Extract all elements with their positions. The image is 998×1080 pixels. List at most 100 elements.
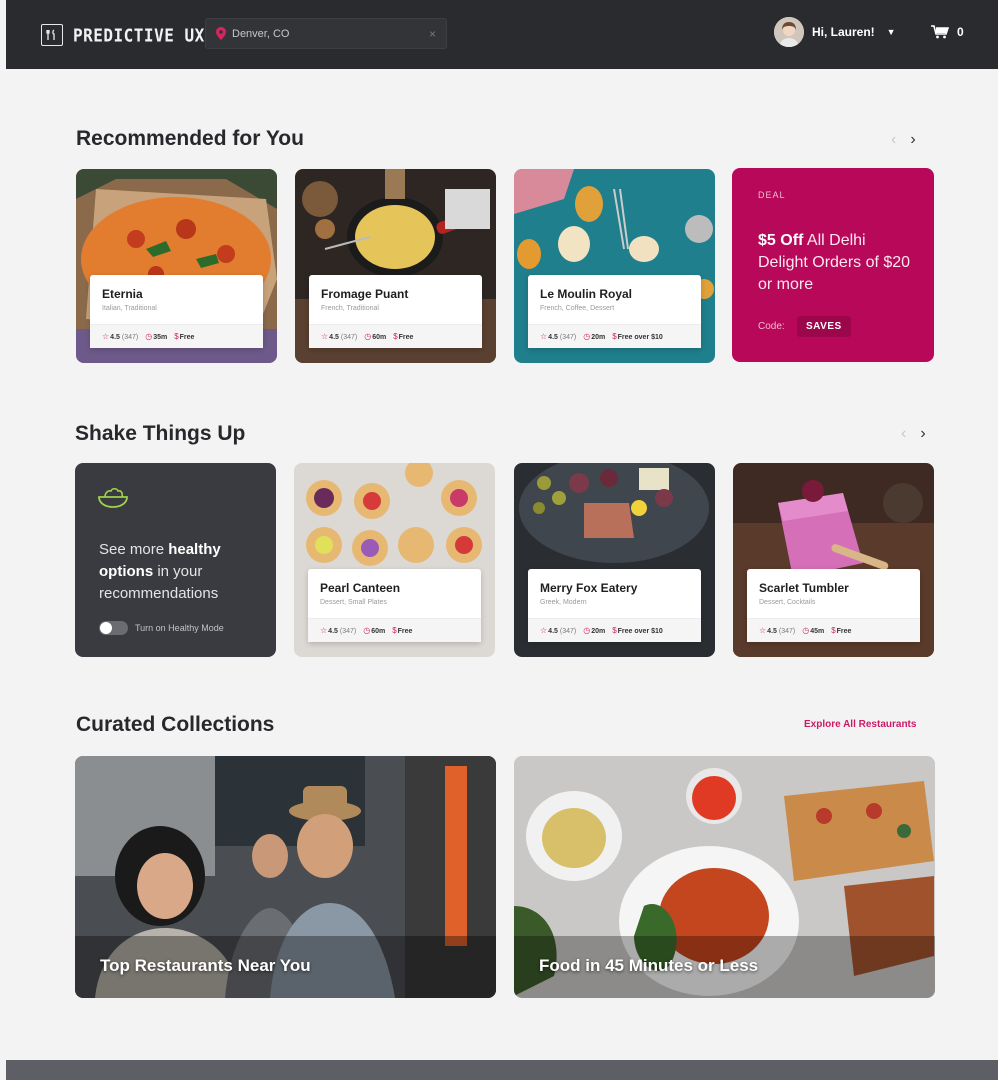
- restaurant-cuisine: Dessert, Cocktails: [759, 599, 816, 606]
- toggle-switch[interactable]: [99, 621, 128, 635]
- restaurant-name: Fromage Puant: [321, 287, 409, 301]
- star-icon: ☆: [320, 626, 328, 635]
- delivery-fee: $Free over $10: [612, 626, 663, 635]
- clock-icon: ◷: [583, 332, 591, 341]
- restaurant-card-eternia[interactable]: Eternia Italian, Traditional ☆4.5 (347) …: [76, 169, 277, 363]
- clock-icon: ◷: [363, 626, 371, 635]
- star-icon: ☆: [321, 332, 329, 341]
- deal-text: $5 Off All Delhi Delight Orders of $20 o…: [758, 232, 911, 293]
- section-title-curated: Curated Collections: [76, 713, 275, 736]
- restaurant-card-le-moulin-royal[interactable]: Le Moulin Royal French, Coffee, Dessert …: [514, 169, 715, 363]
- location-search[interactable]: ×: [205, 18, 447, 49]
- delivery-time: ◷60m: [364, 332, 387, 341]
- chevron-right-icon[interactable]: ›: [920, 425, 925, 443]
- cart-button[interactable]: 0: [931, 25, 964, 39]
- restaurant-meta: ☆4.5 (347) ◷20m $Free over $10: [528, 324, 701, 348]
- dollar-icon: $: [174, 332, 179, 341]
- logo[interactable]: PREDICTIVE UX: [41, 24, 205, 46]
- delivery-fee: $Free over $10: [612, 332, 663, 341]
- restaurant-info-panel: Le Moulin Royal French, Coffee, Dessert …: [528, 275, 701, 348]
- restaurant-card-fromage-puant[interactable]: Fromage Puant French, Traditional ☆4.5 (…: [295, 169, 496, 363]
- restaurant-cuisine: French, Coffee, Dessert: [540, 305, 615, 312]
- delivery-fee: $Free: [174, 332, 195, 341]
- carousel-arrows-recommended: ‹ ›: [891, 131, 916, 149]
- restaurant-name: Scarlet Tumbler: [759, 581, 849, 595]
- restaurant-meta: ☆4.5 (347) ◷60m $Free: [308, 618, 481, 642]
- collection-top-restaurants[interactable]: Top Restaurants Near You: [75, 756, 496, 998]
- dollar-icon: $: [392, 626, 397, 635]
- healthy-mode-toggle[interactable]: Turn on Healthy Mode: [99, 621, 224, 635]
- star-icon: ☆: [540, 332, 548, 341]
- restaurant-cuisine: French, Traditional: [321, 305, 379, 312]
- restaurant-name: Eternia: [102, 287, 143, 301]
- chevron-right-icon[interactable]: ›: [910, 131, 915, 149]
- restaurant-meta: ☆4.5 (347) ◷60m $Free: [309, 324, 482, 348]
- collection-title: Top Restaurants Near You: [100, 956, 311, 975]
- delivery-time: ◷45m: [802, 626, 825, 635]
- restaurant-meta: ☆4.5 (347) ◷35m $Free: [90, 324, 263, 348]
- salad-bowl-icon: [98, 487, 128, 508]
- explore-all-link[interactable]: Explore All Restaurants: [804, 719, 916, 730]
- delivery-fee: $Free: [393, 332, 414, 341]
- healthy-text: See more healthy options in your recomme…: [99, 541, 221, 602]
- dollar-icon: $: [393, 332, 398, 341]
- rating: ☆4.5 (347): [540, 626, 577, 635]
- dollar-icon: $: [612, 332, 617, 341]
- star-icon: ☆: [540, 626, 548, 635]
- star-icon: ☆: [102, 332, 110, 341]
- rating: ☆4.5 (347): [759, 626, 796, 635]
- restaurant-cuisine: Dessert, Small Plates: [320, 599, 387, 606]
- rating: ☆4.5 (347): [321, 332, 358, 341]
- restaurant-info-panel: Scarlet Tumbler Dessert, Cocktails ☆4.5 …: [747, 569, 920, 642]
- healthy-mode-card: See more healthy options in your recomme…: [75, 463, 276, 657]
- top-navigation-bar: PREDICTIVE UX × Hi, Lauren! ▼ 0: [6, 0, 998, 69]
- chevron-left-icon[interactable]: ‹: [891, 131, 896, 149]
- restaurant-info-panel: Fromage Puant French, Traditional ☆4.5 (…: [309, 275, 482, 348]
- cart-count: 0: [957, 25, 964, 39]
- restaurant-name: Le Moulin Royal: [540, 287, 633, 301]
- delivery-fee: $Free: [392, 626, 413, 635]
- restaurant-info-panel: Eternia Italian, Traditional ☆4.5 (347) …: [90, 275, 263, 348]
- clock-icon: ◷: [802, 626, 810, 635]
- rating: ☆4.5 (347): [102, 332, 139, 341]
- deal-label: DEAL: [758, 190, 786, 200]
- clear-icon[interactable]: ×: [429, 27, 436, 41]
- section-title-recommended: Recommended for You: [76, 127, 304, 150]
- avatar: [774, 17, 804, 47]
- toggle-label: Turn on Healthy Mode: [135, 623, 224, 633]
- delivery-fee: $Free: [831, 626, 852, 635]
- restaurant-cuisine: Italian, Traditional: [102, 305, 157, 312]
- restaurant-info-panel: Pearl Canteen Dessert, Small Plates ☆4.5…: [308, 569, 481, 642]
- user-menu[interactable]: Hi, Lauren! ▼: [774, 17, 896, 47]
- chevron-down-icon[interactable]: ▼: [887, 27, 896, 37]
- restaurant-card-merry-fox-eatery[interactable]: Merry Fox Eatery Greek, Modern ☆4.5 (347…: [514, 463, 715, 657]
- restaurant-card-pearl-canteen[interactable]: Pearl Canteen Dessert, Small Plates ☆4.5…: [294, 463, 495, 657]
- location-input[interactable]: [232, 27, 429, 40]
- cart-icon: [931, 25, 949, 39]
- greeting: Hi, Lauren!: [812, 25, 875, 39]
- fork-knife-icon: [41, 24, 63, 46]
- restaurant-name: Merry Fox Eatery: [540, 581, 638, 595]
- restaurant-cuisine: Greek, Modern: [540, 599, 587, 606]
- section-title-shake: Shake Things Up: [75, 422, 246, 445]
- restaurant-name: Pearl Canteen: [320, 581, 401, 595]
- logo-text: PREDICTIVE UX: [73, 24, 205, 46]
- delivery-time: ◷60m: [363, 626, 386, 635]
- deal-card[interactable]: DEAL $5 Off All Delhi Delight Orders of …: [732, 168, 934, 362]
- collection-fast-food[interactable]: Food in 45 Minutes or Less: [514, 756, 935, 998]
- delivery-time: ◷20m: [583, 626, 606, 635]
- chevron-left-icon[interactable]: ‹: [901, 425, 906, 443]
- star-icon: ☆: [759, 626, 767, 635]
- deal-code[interactable]: SAVES: [797, 316, 851, 337]
- delivery-time: ◷35m: [145, 332, 168, 341]
- footer-bar: [6, 1060, 998, 1080]
- restaurant-card-scarlet-tumbler[interactable]: Scarlet Tumbler Dessert, Cocktails ☆4.5 …: [733, 463, 934, 657]
- collection-title: Food in 45 Minutes or Less: [539, 956, 759, 975]
- restaurant-meta: ☆4.5 (347) ◷45m $Free: [747, 618, 920, 642]
- restaurant-info-panel: Merry Fox Eatery Greek, Modern ☆4.5 (347…: [528, 569, 701, 642]
- delivery-time: ◷20m: [583, 332, 606, 341]
- dollar-icon: $: [612, 626, 617, 635]
- restaurant-meta: ☆4.5 (347) ◷20m $Free over $10: [528, 618, 701, 642]
- location-pin-icon: [216, 27, 226, 40]
- clock-icon: ◷: [145, 332, 153, 341]
